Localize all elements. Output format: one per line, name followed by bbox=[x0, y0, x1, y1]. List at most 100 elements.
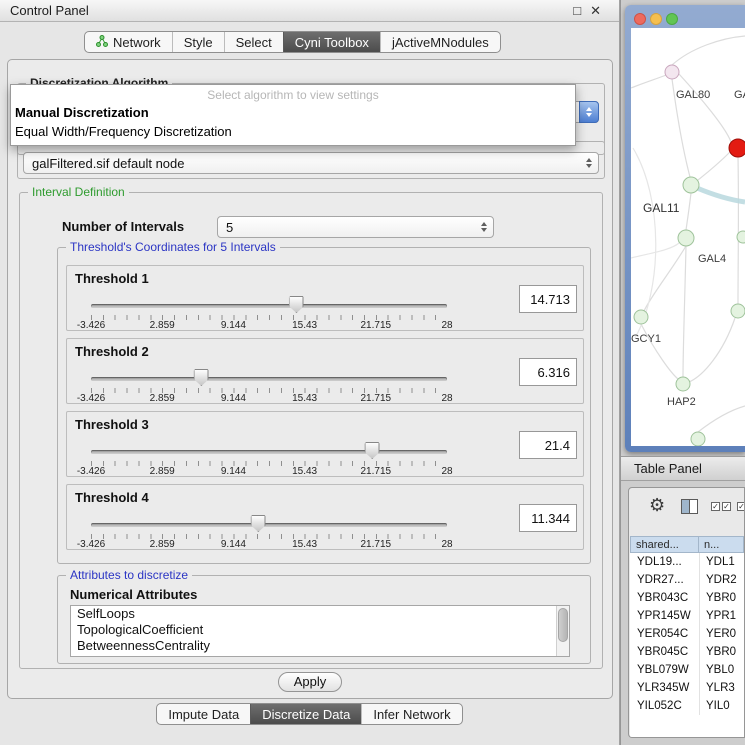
slider-thumb[interactable] bbox=[365, 442, 380, 459]
combobox-stepper-icon[interactable] bbox=[579, 101, 599, 123]
slider-thumb[interactable] bbox=[251, 515, 266, 532]
node-label-gal4: GAL4 bbox=[698, 253, 726, 265]
slider-thumb[interactable] bbox=[289, 296, 304, 313]
tab-style[interactable]: Style bbox=[172, 32, 224, 52]
table-row[interactable]: YBL079WYBL0 bbox=[630, 661, 744, 679]
threshold-panel: Threshold 3 -3.426 2.859 9.144 15.43 21.… bbox=[66, 411, 584, 477]
threshold-value-field[interactable]: 11.344 bbox=[519, 504, 577, 532]
table-row[interactable]: YIL052CYIL0 bbox=[630, 697, 744, 715]
tab-impute-data[interactable]: Impute Data bbox=[157, 704, 250, 724]
node-label-gal80: GAL80 bbox=[676, 89, 710, 101]
threshold-slider[interactable]: -3.426 2.859 9.144 15.43 21.715 28 bbox=[91, 296, 447, 330]
table-row[interactable]: YLR345WYLR3 bbox=[630, 679, 744, 697]
table-row[interactable]: YBR043CYBR0 bbox=[630, 589, 744, 607]
threshold-value-field[interactable]: 14.713 bbox=[519, 285, 577, 313]
cyni-toolbox-panel: Discretization Algorithm Table Data galF… bbox=[7, 59, 613, 699]
scrollbar-thumb[interactable] bbox=[558, 608, 568, 642]
node-label-hap2: HAP2 bbox=[667, 396, 696, 408]
table-row[interactable]: YDR27...YDR2 bbox=[630, 571, 744, 589]
attributes-group: Attributes to discretize Numerical Attri… bbox=[57, 575, 591, 664]
threshold-panel: Threshold 2 -3.426 2.859 9.144 15.43 21.… bbox=[66, 338, 584, 404]
node-gal11[interactable] bbox=[683, 177, 699, 193]
list-item[interactable]: BetweennessCentrality bbox=[71, 638, 569, 654]
node-label-gal11: GAL11 bbox=[643, 201, 680, 215]
list-item[interactable]: TopologicalCoefficient bbox=[71, 622, 569, 638]
dropdown-option-equal-width[interactable]: Equal Width/Frequency Discretization bbox=[11, 122, 575, 141]
tab-infer-network[interactable]: Infer Network bbox=[361, 704, 461, 724]
threshold-slider[interactable]: -3.426 2.859 9.144 15.43 21.715 28 bbox=[91, 515, 447, 549]
node-hap2[interactable] bbox=[676, 377, 690, 391]
interval-definition-group: Interval Definition Number of Intervals … bbox=[19, 192, 603, 669]
slider-track[interactable] bbox=[91, 523, 447, 527]
close-icon[interactable]: ✕ bbox=[590, 3, 601, 19]
bottom-tab-bar: Impute Data Discretize Data Infer Networ… bbox=[156, 703, 462, 725]
table-toolbar: ⚙ bbox=[629, 488, 744, 532]
column-header-shared-name[interactable]: shared... bbox=[630, 536, 699, 553]
threshold-value-field[interactable]: 21.4 bbox=[519, 431, 577, 459]
node-gcy1[interactable] bbox=[634, 310, 648, 324]
select-none-checkbox-icon[interactable] bbox=[722, 502, 731, 511]
numerical-attributes-list: SelfLoops TopologicalCoefficient Between… bbox=[70, 605, 570, 657]
slider-tick-labels: -3.426 2.859 9.144 15.43 21.715 28 bbox=[91, 466, 447, 476]
columns-icon[interactable] bbox=[681, 499, 698, 514]
minimize-traffic-icon[interactable] bbox=[650, 13, 662, 25]
node-red-selected[interactable] bbox=[729, 139, 745, 157]
dropdown-option-manual[interactable]: Manual Discretization bbox=[11, 103, 575, 122]
table-body: YDL19...YDL1 YDR27...YDR2 YBR043CYBR0 YP… bbox=[630, 553, 744, 737]
slider-track[interactable] bbox=[91, 377, 447, 381]
tab-discretize-data[interactable]: Discretize Data bbox=[250, 704, 361, 724]
threshold-slider[interactable]: -3.426 2.859 9.144 15.43 21.715 28 bbox=[91, 369, 447, 403]
window-title: Control Panel bbox=[10, 3, 89, 18]
node-label-gcy1: GCY1 bbox=[631, 333, 661, 345]
list-scrollbar[interactable] bbox=[556, 606, 569, 656]
threshold-label: Threshold 2 bbox=[75, 344, 149, 359]
slider-thumb[interactable] bbox=[194, 369, 209, 386]
combobox-stepper-icon[interactable] bbox=[586, 158, 592, 168]
node-gal80[interactable] bbox=[665, 65, 679, 79]
node-gal4[interactable] bbox=[678, 230, 694, 246]
network-canvas[interactable]: GAL80 GA GAL11 GAL4 GCY1 HAP2 bbox=[631, 28, 745, 446]
tab-select[interactable]: Select bbox=[224, 32, 283, 52]
network-view-window: GAL80 GA GAL11 GAL4 GCY1 HAP2 bbox=[625, 5, 745, 452]
node-partial-right[interactable] bbox=[731, 304, 745, 318]
combobox-stepper-icon[interactable] bbox=[481, 222, 487, 232]
table-row[interactable]: YER054CYER0 bbox=[630, 625, 744, 643]
top-tab-bar: Network Style Select Cyni Toolbox jActiv… bbox=[84, 31, 501, 53]
close-traffic-icon[interactable] bbox=[634, 13, 646, 25]
number-of-intervals-label: Number of Intervals bbox=[62, 219, 184, 234]
attributes-group-title: Attributes to discretize bbox=[66, 568, 192, 582]
slider-track[interactable] bbox=[91, 304, 447, 308]
zoom-traffic-icon[interactable] bbox=[666, 13, 678, 25]
select-all-checkbox-icon[interactable] bbox=[711, 502, 720, 511]
tab-jactivemnodules[interactable]: jActiveMNodules bbox=[380, 32, 500, 52]
minimize-icon[interactable]: □ bbox=[573, 3, 581, 19]
threshold-slider[interactable]: -3.426 2.859 9.144 15.43 21.715 28 bbox=[91, 442, 447, 476]
table-panel-header[interactable]: Table Panel bbox=[621, 456, 745, 481]
partial-checkbox-icon[interactable] bbox=[737, 502, 745, 511]
tab-network-label: Network bbox=[113, 35, 161, 50]
threshold-label: Threshold 3 bbox=[75, 417, 149, 432]
numerical-attributes-label: Numerical Attributes bbox=[70, 587, 197, 602]
list-item[interactable]: SelfLoops bbox=[71, 606, 569, 622]
number-of-intervals-value: 5 bbox=[226, 220, 233, 235]
number-of-intervals-combobox[interactable]: 5 bbox=[217, 216, 494, 238]
column-header-name[interactable]: n... bbox=[699, 536, 744, 553]
table-panel-title: Table Panel bbox=[634, 461, 702, 476]
table-row[interactable]: YPR145WYPR1 bbox=[630, 607, 744, 625]
table-row[interactable]: YDL19...YDL1 bbox=[630, 553, 744, 571]
node-label-partial: GA bbox=[734, 89, 745, 101]
tab-cyni-toolbox[interactable]: Cyni Toolbox bbox=[283, 32, 380, 52]
node-partial-bottom[interactable] bbox=[691, 432, 705, 446]
tab-network[interactable]: Network bbox=[85, 32, 172, 52]
table-data-group: Table Data galFiltered.sif default node bbox=[17, 141, 605, 179]
table-data-combobox[interactable]: galFiltered.sif default node bbox=[23, 152, 599, 174]
slider-tick-labels: -3.426 2.859 9.144 15.43 21.715 28 bbox=[91, 393, 447, 403]
threshold-label: Threshold 1 bbox=[75, 271, 149, 286]
threshold-panel: Threshold 1 -3.426 2.859 9.144 15.43 21.… bbox=[66, 265, 584, 331]
threshold-value-field[interactable]: 6.316 bbox=[519, 358, 577, 386]
gear-icon[interactable]: ⚙ bbox=[649, 496, 665, 514]
slider-track[interactable] bbox=[91, 450, 447, 454]
node-partial-edge[interactable] bbox=[737, 231, 745, 243]
apply-button[interactable]: Apply bbox=[278, 672, 342, 692]
table-row[interactable]: YBR045CYBR0 bbox=[630, 643, 744, 661]
